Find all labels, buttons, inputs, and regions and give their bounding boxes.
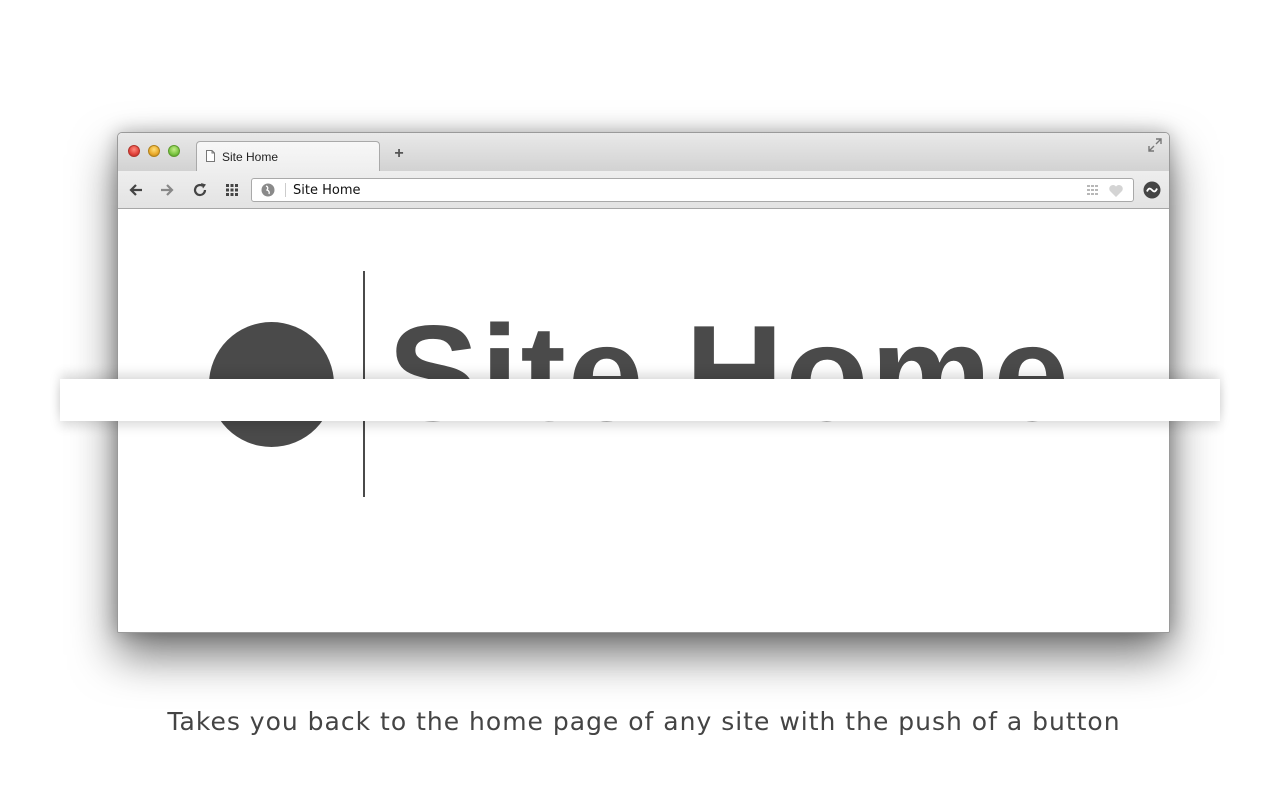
tab-title: Site Home: [222, 150, 279, 164]
minimize-window-button[interactable]: [148, 145, 160, 157]
page-icon: [206, 150, 215, 162]
slice-band: [60, 379, 1220, 421]
zoom-window-button[interactable]: [168, 145, 180, 157]
back-arrow-icon[interactable]: [128, 182, 144, 198]
reload-icon[interactable]: [192, 182, 208, 198]
address-separator: [285, 183, 286, 197]
site-home-extension-icon[interactable]: [1143, 181, 1161, 199]
forward-arrow-icon[interactable]: [159, 182, 175, 198]
toolbar: Site Home: [118, 171, 1169, 209]
page-actions-grid-icon[interactable]: [1087, 185, 1101, 196]
fullscreen-icon[interactable]: [1147, 137, 1163, 153]
title-bar: Site Home +: [118, 133, 1169, 172]
globe-icon: [261, 183, 275, 197]
caption: Takes you back to the home page of any s…: [167, 707, 1121, 736]
address-text: Site Home: [293, 183, 361, 198]
close-window-button[interactable]: [128, 145, 140, 157]
address-bar[interactable]: Site Home: [251, 178, 1134, 202]
browser-tab[interactable]: Site Home: [196, 141, 380, 172]
new-tab-button[interactable]: +: [392, 146, 406, 162]
apps-grid-icon[interactable]: [224, 182, 240, 198]
heart-icon[interactable]: [1108, 184, 1124, 198]
